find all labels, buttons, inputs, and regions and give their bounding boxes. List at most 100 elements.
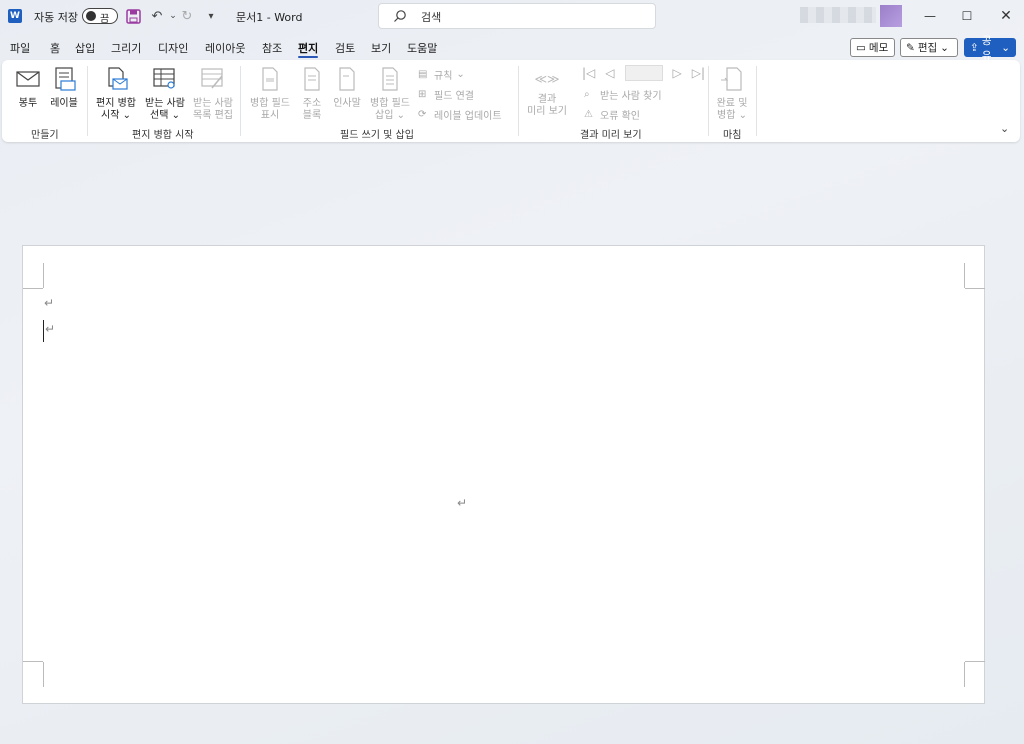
- rules-icon: ▤: [418, 68, 428, 80]
- tab-references[interactable]: 참조: [262, 40, 282, 56]
- crop-mark: [43, 263, 44, 288]
- select-recipients-button[interactable]: 받는 사람 선택 ⌄: [142, 66, 188, 122]
- pencil-icon: ✎: [906, 41, 915, 54]
- highlight-label-1: 병합 필드: [250, 98, 290, 109]
- preview-icon: ≪≫: [534, 72, 560, 86]
- recipients-label-2: 선택 ⌄: [150, 110, 180, 121]
- tab-layout[interactable]: 레이아웃: [205, 40, 245, 56]
- group-label-fields: 필드 쓰기 및 삽입: [340, 130, 414, 141]
- greeting-line-button[interactable]: 인사말: [330, 66, 364, 110]
- comments-label: 메모: [868, 42, 889, 54]
- collapse-ribbon-icon[interactable]: ⌄: [1000, 122, 1009, 135]
- preview-label-1: 결과: [537, 94, 557, 105]
- start-mail-merge-button[interactable]: 편지 병합 시작 ⌄: [92, 66, 140, 122]
- tab-draw[interactable]: 그리기: [111, 40, 141, 56]
- start-merge-label-1: 편지 병합: [96, 98, 136, 109]
- paragraph-mark: ↵: [45, 322, 56, 336]
- rules-button[interactable]: ▤ 규칙 ⌄: [418, 67, 465, 83]
- tab-review[interactable]: 검토: [335, 40, 355, 56]
- record-navigation: |◁ ◁ ▷ ▷|: [582, 65, 705, 81]
- match-fields-icon: ⊞: [418, 88, 427, 100]
- finish-merge-button[interactable]: 완료 및 병합 ⌄: [712, 66, 752, 122]
- paragraph-mark: ↵: [457, 496, 468, 510]
- crop-mark: [23, 288, 43, 289]
- tab-mailings[interactable]: 편지: [298, 40, 319, 58]
- greeting-icon: [339, 67, 355, 91]
- address-block-button[interactable]: 주소 블록: [296, 66, 328, 122]
- find-recipient-label: 받는 사람 찾기: [600, 91, 662, 102]
- share-button[interactable]: ⇪ 공유 ⌄: [964, 35, 1016, 62]
- group-divider: [87, 66, 88, 136]
- group-label-finish: 마침: [723, 130, 742, 141]
- group-divider: [518, 66, 519, 136]
- check-errors-label: 오류 확인: [600, 111, 640, 122]
- comments-button[interactable]: ▭ 메모: [850, 38, 895, 57]
- tab-view[interactable]: 보기: [371, 40, 391, 56]
- autosave-label: 자동 저장: [34, 11, 78, 24]
- group-divider: [708, 66, 709, 136]
- crop-mark: [43, 662, 44, 687]
- group-divider: [756, 66, 757, 136]
- update-labels-button[interactable]: ⟳ 레이블 업데이트: [418, 107, 502, 123]
- document-title: 문서1 - Word: [236, 11, 303, 24]
- find-recipient-button[interactable]: ⌕ 받는 사람 찾기: [584, 87, 662, 103]
- paragraph-mark: ↵: [44, 296, 55, 310]
- insert-field-icon: [382, 67, 398, 91]
- check-errors-icon: ⚠: [584, 108, 593, 120]
- search-placeholder: 검색: [421, 11, 442, 24]
- save-icon[interactable]: [125, 8, 141, 24]
- autosave-toggle[interactable]: 끔: [82, 8, 118, 25]
- document-page[interactable]: ↵ ↵ ↵: [22, 245, 985, 704]
- first-record-icon[interactable]: |◁: [582, 66, 595, 80]
- insert-field-label-1: 병합 필드: [370, 98, 410, 109]
- mail-merge-icon: [108, 67, 128, 90]
- undo-icon[interactable]: ↶: [149, 8, 165, 24]
- redo-icon[interactable]: ↻: [179, 8, 195, 24]
- toggle-knob: [86, 11, 96, 21]
- search-icon: [394, 10, 406, 22]
- avatar[interactable]: [880, 5, 902, 27]
- tab-help[interactable]: 도움말: [407, 40, 437, 56]
- envelope-icon: [16, 71, 40, 87]
- insert-merge-field-button[interactable]: 병합 필드 삽입 ⌄: [366, 66, 414, 122]
- tab-file[interactable]: 파일: [10, 40, 30, 56]
- next-record-icon[interactable]: ▷: [673, 66, 682, 80]
- highlight-merge-fields-button[interactable]: 병합 필드 표시: [246, 66, 294, 122]
- edit-recipient-list-button[interactable]: 받는 사람 목록 편집: [190, 66, 236, 122]
- crop-mark: [965, 288, 985, 289]
- group-label-start-merge: 편지 병합 시작: [132, 130, 194, 141]
- maximize-icon[interactable]: ☐: [957, 8, 977, 24]
- recipients-label-1: 받는 사람: [145, 98, 185, 109]
- preview-results-button[interactable]: ≪≫ 결과 미리 보기: [524, 66, 570, 118]
- address-label-1: 주소: [302, 98, 322, 109]
- match-fields-button[interactable]: ⊞ 필드 연결: [418, 87, 474, 103]
- highlight-label-2: 표시: [260, 110, 280, 121]
- comment-icon: ▭: [856, 41, 866, 54]
- minimize-icon[interactable]: —: [920, 8, 940, 24]
- check-errors-button[interactable]: ⚠ 오류 확인: [584, 107, 640, 123]
- update-labels-label: 레이블 업데이트: [434, 111, 502, 122]
- envelope-button[interactable]: 봉투: [12, 66, 44, 110]
- crop-mark: [964, 662, 965, 687]
- close-icon[interactable]: ✕: [996, 8, 1016, 24]
- ribbon: 봉투 레이블 만들기 편지 병합 시작 ⌄ 받는 사람 선택 ⌄ 받는 사람 목…: [2, 60, 1020, 142]
- editing-button[interactable]: ✎ 편집 ⌄: [900, 38, 958, 57]
- previous-record-icon[interactable]: ◁: [605, 66, 614, 80]
- word-logo-icon: W: [8, 9, 22, 23]
- finish-merge-icon: [721, 67, 742, 91]
- tab-design[interactable]: 디자인: [158, 40, 188, 56]
- search-box[interactable]: 검색: [378, 3, 656, 29]
- crop-mark: [23, 661, 43, 662]
- tab-insert[interactable]: 삽입: [75, 40, 95, 56]
- record-number-field[interactable]: [624, 65, 663, 81]
- labels-button[interactable]: 레이블: [46, 66, 82, 110]
- customize-toolbar-icon[interactable]: ▾: [203, 8, 219, 24]
- edit-list-label-1: 받는 사람: [193, 98, 233, 109]
- preview-label-2: 미리 보기: [527, 106, 567, 117]
- last-record-icon[interactable]: ▷|: [692, 66, 705, 80]
- address-label-2: 블록: [302, 110, 322, 121]
- crop-mark: [965, 661, 985, 662]
- tab-home[interactable]: 홈: [50, 40, 60, 56]
- text-cursor: [43, 320, 44, 342]
- group-divider: [240, 66, 241, 136]
